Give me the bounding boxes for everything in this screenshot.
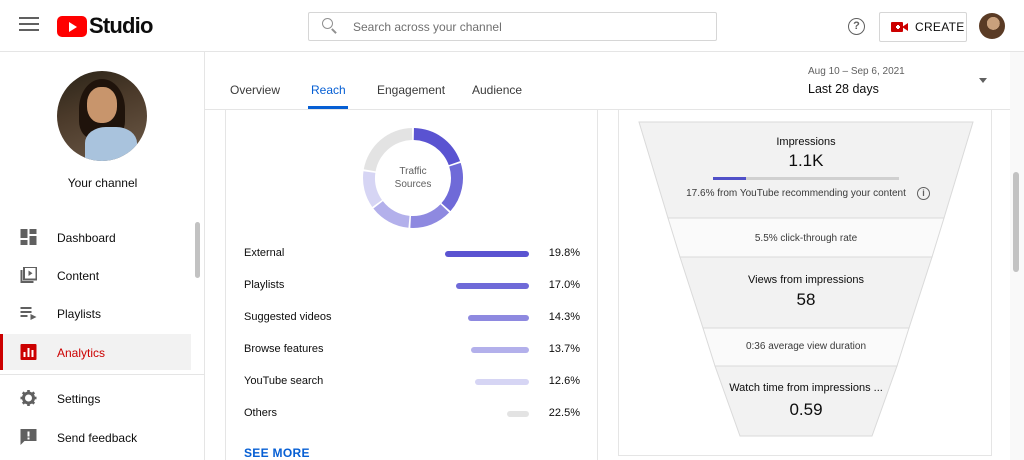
traffic-source-row[interactable]: Suggested videos 14.3%: [244, 308, 584, 328]
sidebar-item-label: Analytics: [57, 346, 106, 360]
sidebar: Your channel Dashboard Content Playlists…: [0, 52, 205, 460]
impressions-label: Impressions: [776, 136, 836, 148]
sidebar-item-settings[interactable]: Settings: [0, 380, 191, 416]
help-icon[interactable]: ?: [848, 18, 865, 35]
sidebar-item-send-feedback[interactable]: Send feedback: [0, 419, 191, 455]
traffic-source-row[interactable]: Browse features 13.7%: [244, 340, 584, 360]
sidebar-item-label: Dashboard: [57, 231, 116, 245]
traffic-source-name: Browse features: [244, 343, 324, 355]
donut-slice[interactable]: [410, 204, 450, 228]
traffic-source-name: YouTube search: [244, 375, 324, 387]
traffic-source-bar: [471, 347, 529, 353]
avd-text: 0:36 average view duration: [745, 341, 867, 352]
sidebar-item-label: Send feedback: [57, 431, 138, 445]
dashboard-icon: [20, 229, 37, 245]
impressions-value: 1.1K: [788, 151, 824, 170]
sidebar-item-content[interactable]: Content: [0, 257, 191, 293]
tab-reach[interactable]: Reach: [311, 83, 346, 97]
views-label: Views from impressions: [748, 274, 864, 286]
traffic-source-bar: [445, 251, 529, 257]
feedback-icon: [20, 429, 37, 445]
channel-avatar[interactable]: [57, 71, 147, 161]
page-scrollbar[interactable]: [1013, 172, 1019, 272]
traffic-source-row[interactable]: YouTube search 12.6%: [244, 372, 584, 392]
donut-label-line2: Sources: [394, 179, 432, 190]
date-range-label: Last 28 days: [808, 82, 879, 96]
traffic-source-bar: [468, 315, 529, 321]
sidebar-item-label: Content: [57, 269, 100, 283]
traffic-source-percent: 12.6%: [548, 375, 580, 387]
sidebar-scrollbar[interactable]: [195, 222, 200, 278]
analytics-icon: [20, 344, 37, 360]
traffic-source-percent: 13.7%: [548, 343, 580, 355]
content-icon: [20, 267, 37, 283]
traffic-source-bar: [507, 411, 529, 417]
recommend-progress-bar: [713, 177, 899, 180]
donut-label: Traffic Sources: [357, 165, 469, 191]
traffic-source-row[interactable]: Playlists 17.0%: [244, 276, 584, 296]
traffic-source-name: Suggested videos: [244, 311, 332, 323]
chevron-down-icon: [979, 78, 987, 83]
account-avatar[interactable]: [979, 13, 1005, 39]
analytics-tabs-bar: Overview Reach Engagement Audience Aug 1…: [205, 52, 1010, 110]
date-range-selector[interactable]: Aug 10 – Sep 6, 2021 Last 28 days: [808, 66, 998, 100]
sidebar-item-label: Settings: [57, 392, 101, 406]
traffic-source-name: Others: [244, 407, 278, 419]
traffic-source-percent: 19.8%: [548, 247, 580, 259]
tab-overview[interactable]: Overview: [230, 83, 280, 97]
date-range-dates: Aug 10 – Sep 6, 2021: [808, 66, 905, 77]
create-label: CREATE: [915, 20, 965, 34]
traffic-source-percent: 22.5%: [548, 407, 580, 419]
watch-time-label: Watch time from impressions ...: [729, 382, 883, 394]
donut-slice[interactable]: [413, 128, 461, 166]
traffic-source-name: Playlists: [244, 279, 285, 291]
sidebar-divider: [0, 374, 205, 375]
traffic-source-bar: [456, 283, 529, 289]
traffic-source-percent: 14.3%: [548, 311, 580, 323]
traffic-source-row[interactable]: External 19.8%: [244, 244, 584, 264]
hamburger-menu-icon[interactable]: [19, 17, 39, 35]
video-camera-plus-icon: [891, 21, 909, 33]
active-tab-indicator: [308, 106, 348, 109]
top-bar: Studio ? CREATE: [0, 0, 1024, 52]
sidebar-item-label: Playlists: [57, 307, 102, 321]
traffic-sources-card: Traffic Sources External 19.8% Playlists 17…: [225, 110, 598, 460]
impressions-funnel-card: Impressions 1.1K 17.6% from YouTube reco…: [618, 110, 992, 456]
sidebar-item-dashboard[interactable]: Dashboard: [0, 219, 191, 255]
channel-label[interactable]: Your channel: [0, 176, 205, 190]
youtube-logo-icon: [57, 15, 87, 37]
playlists-icon: [20, 307, 37, 320]
donut-label-line1: Traffic: [399, 166, 427, 177]
search-icon: [322, 18, 338, 34]
traffic-source-bar: [475, 379, 529, 385]
views-value: 58: [796, 290, 816, 309]
create-button[interactable]: CREATE: [879, 12, 967, 42]
traffic-source-row[interactable]: Others 22.5%: [244, 404, 584, 424]
tab-audience[interactable]: Audience: [472, 83, 522, 97]
tab-engagement[interactable]: Engagement: [377, 83, 445, 97]
traffic-source-name: External: [244, 247, 285, 259]
sidebar-item-analytics[interactable]: Analytics: [0, 334, 191, 370]
reach-content: Traffic Sources External 19.8% Playlists 17…: [205, 110, 1010, 460]
ctr-text: 5.5% click-through rate: [754, 233, 858, 244]
sidebar-item-playlists[interactable]: Playlists: [0, 295, 191, 331]
traffic-source-percent: 17.0%: [548, 279, 580, 291]
gear-icon: [20, 390, 37, 406]
recommend-progress-fill: [713, 177, 746, 180]
logo-text: Studio: [89, 13, 153, 38]
info-icon[interactable]: i: [917, 187, 930, 200]
search-box[interactable]: [308, 12, 717, 41]
see-more-link[interactable]: SEE MORE: [244, 446, 310, 460]
watch-time-value: 0.59: [789, 400, 823, 419]
studio-logo[interactable]: Studio: [57, 13, 153, 39]
donut-slice[interactable]: [373, 201, 410, 228]
search-input[interactable]: [353, 18, 693, 36]
